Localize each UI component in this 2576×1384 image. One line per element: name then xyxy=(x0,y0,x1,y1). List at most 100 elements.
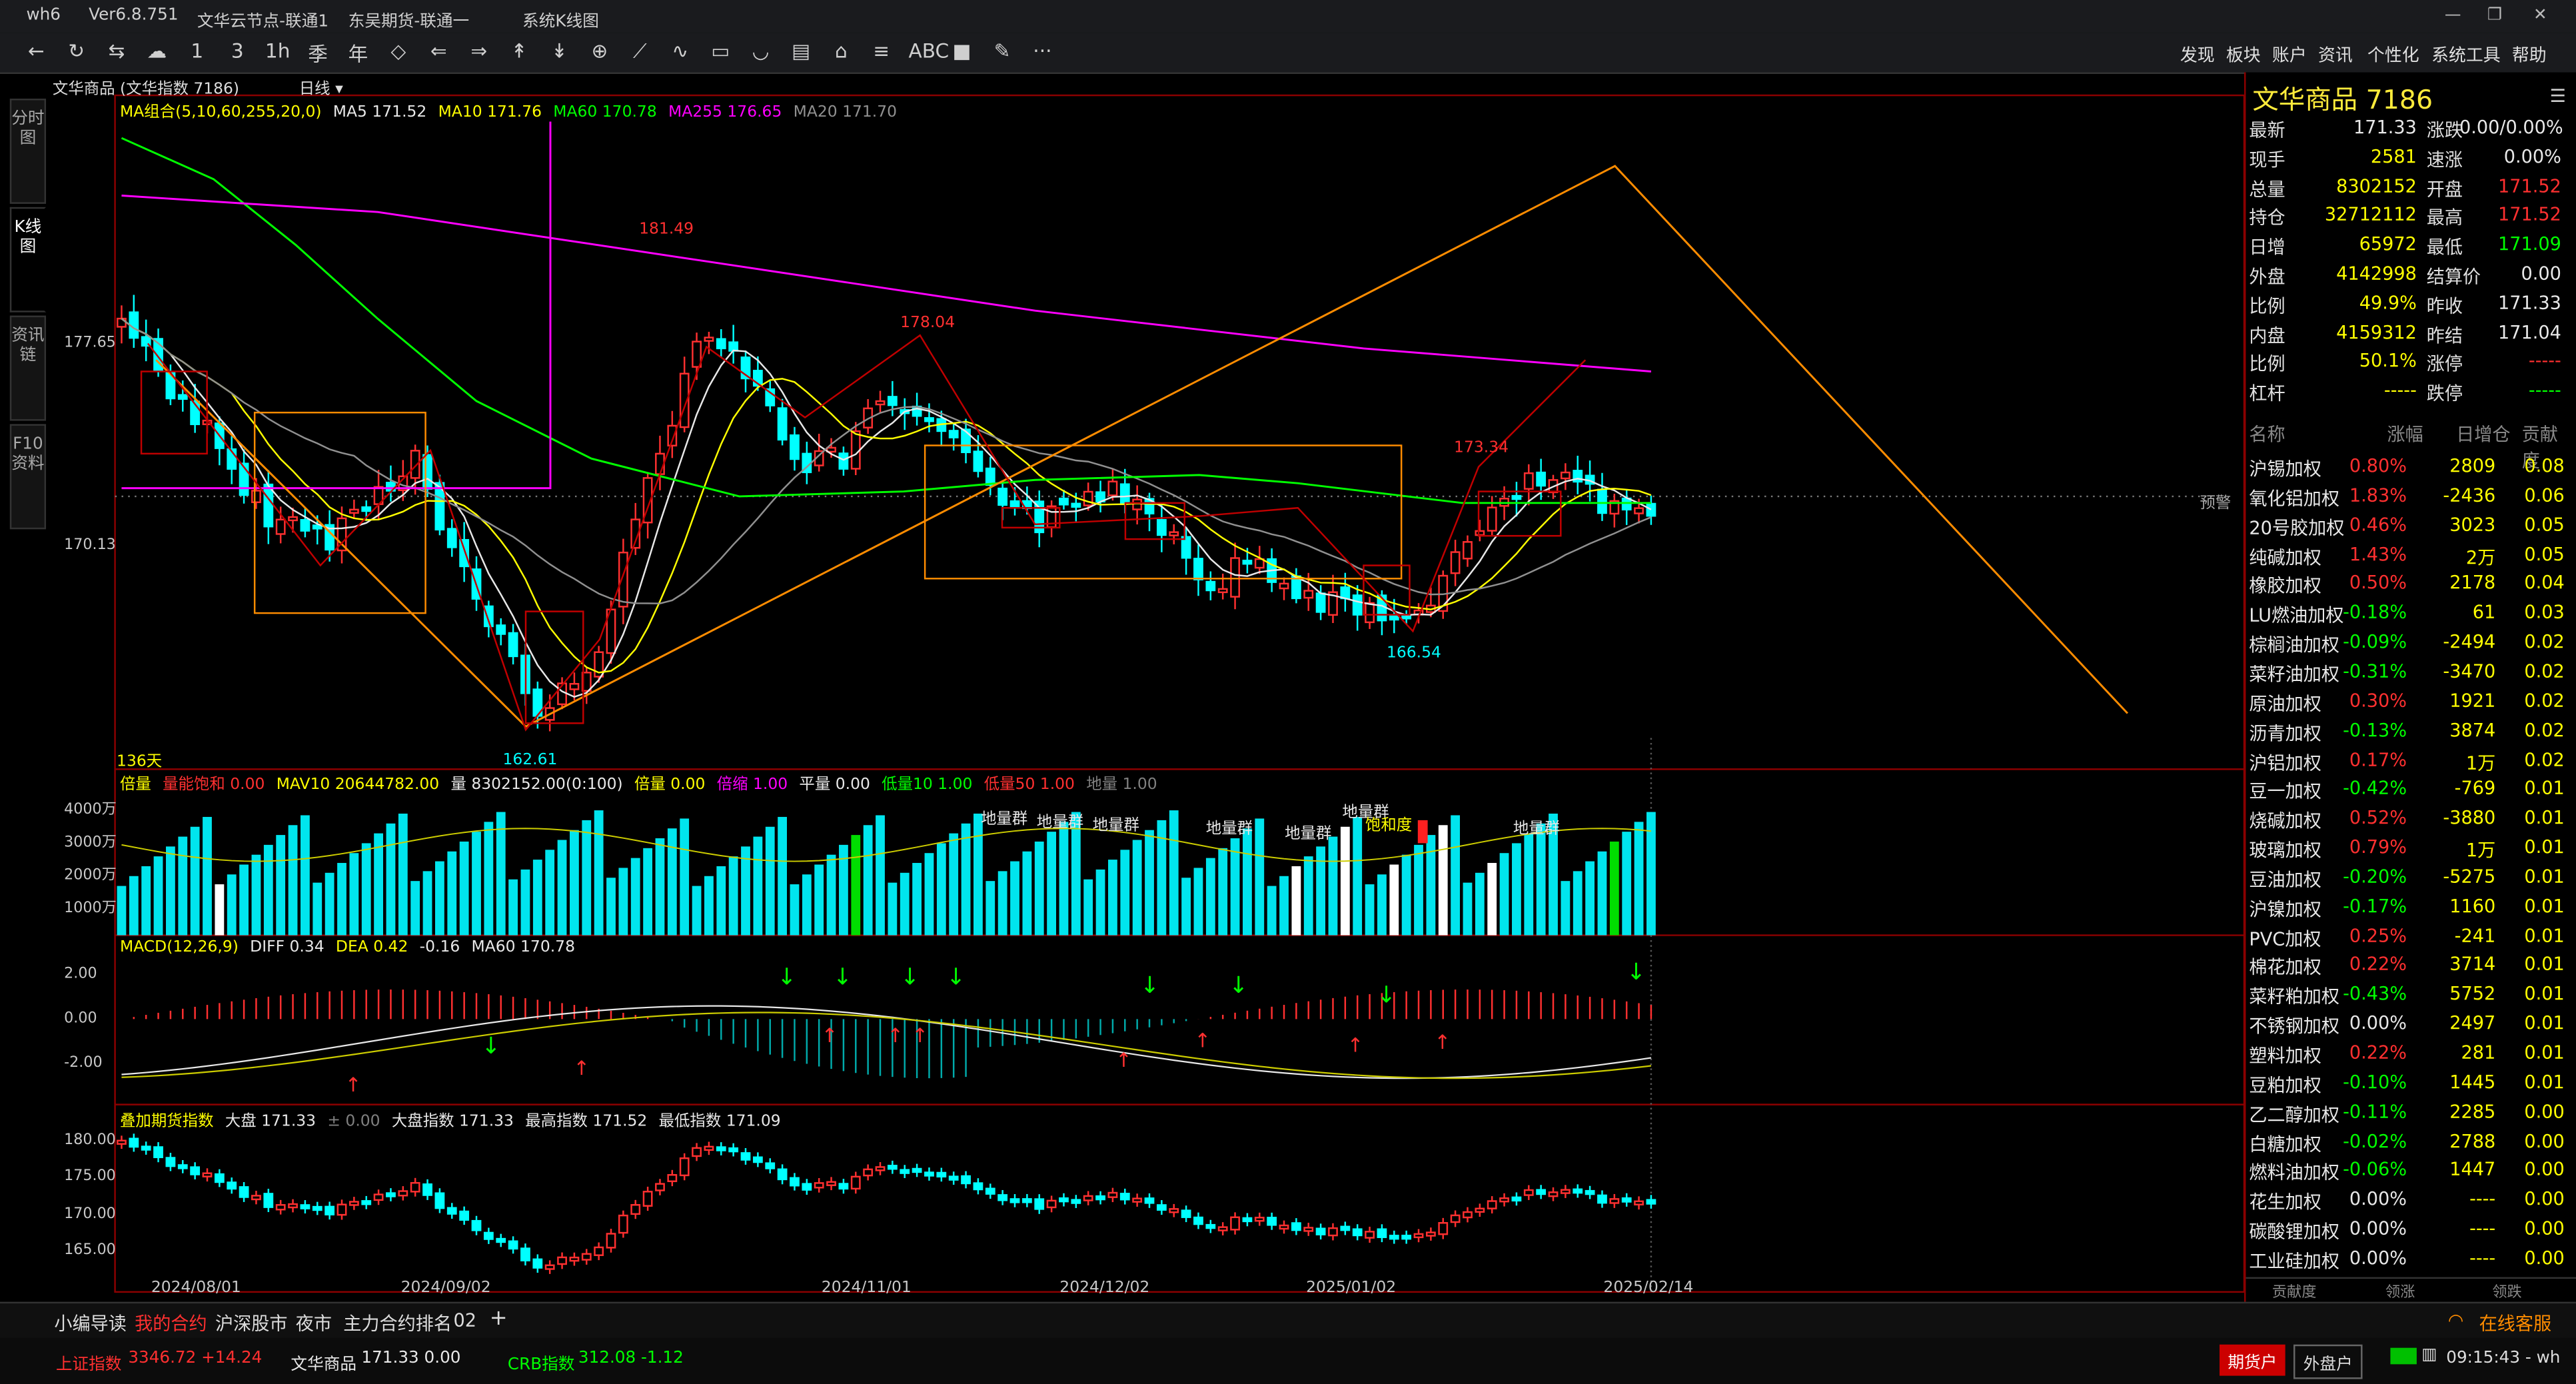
tab-my-contracts[interactable]: 我的合约 xyxy=(135,1310,207,1336)
volume-bar xyxy=(349,853,359,936)
toolbar-tool-icon[interactable]: ← xyxy=(23,39,49,63)
toolbar-tool-icon[interactable]: ⟋ xyxy=(627,39,653,64)
quote-value: 4159312 xyxy=(2336,321,2417,343)
toolbar-tool-icon[interactable]: ◇ xyxy=(385,39,411,63)
toolbar-tool-icon[interactable]: ▤ xyxy=(788,39,814,63)
toolbar-tool-icon[interactable]: ↡ xyxy=(546,39,572,63)
foreign-account-button[interactable]: 外盘户 xyxy=(2293,1344,2363,1379)
wh-index-label[interactable]: 文华商品 xyxy=(291,1349,356,1374)
toolbar-tool-icon[interactable]: 1 xyxy=(184,39,210,63)
crb-index-label[interactable]: CRB指数 xyxy=(508,1349,575,1374)
toolbar-tool-icon[interactable]: ▭ xyxy=(707,39,733,63)
toolbar-tool-icon[interactable]: ≡ xyxy=(868,39,894,63)
toolbar-tool-icon[interactable]: ↻ xyxy=(63,39,89,63)
toolbar-tool-icon[interactable]: ⇆ xyxy=(103,39,129,63)
contract-row[interactable]: 豆一加权 -0.42% -769 0.01 xyxy=(2246,776,2574,806)
contract-row[interactable]: 棉花加权 0.22% 3714 0.01 xyxy=(2246,952,2574,982)
tab-editor-guide[interactable]: 小编导读 xyxy=(54,1310,126,1336)
server-node[interactable]: 文华云节点-联通1 xyxy=(197,7,328,31)
contract-row[interactable]: 橡胶加权 0.50% 2178 0.04 xyxy=(2246,571,2574,600)
contract-row[interactable]: 沪锡加权 0.80% 2809 0.08 xyxy=(2246,454,2574,483)
toolbar-tool-icon[interactable]: ■ xyxy=(949,39,975,63)
broker-server[interactable]: 东吴期货-联通一 xyxy=(348,7,469,31)
contract-row[interactable]: 菜籽粕加权 -0.43% 5752 0.01 xyxy=(2246,982,2574,1011)
list-header-oi[interactable]: 日增仓 xyxy=(2456,420,2510,446)
menu-item[interactable]: 账户 xyxy=(2272,43,2307,67)
contract-row[interactable]: 烧碱加权 0.52% -3880 0.01 xyxy=(2246,806,2574,835)
toolbar-tool-icon[interactable]: ⇒ xyxy=(466,39,492,63)
contract-row[interactable]: 原油加权 0.30% 1921 0.02 xyxy=(2246,688,2574,718)
signal-icon xyxy=(2390,1347,2417,1365)
contract-row[interactable]: 豆油加权 -0.20% -5275 0.01 xyxy=(2246,864,2574,894)
contract-row[interactable]: 沥青加权 -0.13% 3874 0.02 xyxy=(2246,718,2574,747)
add-tab-button[interactable]: + xyxy=(490,1307,508,1331)
overlay-body xyxy=(1009,1198,1020,1203)
list-header-change[interactable]: 涨幅 xyxy=(2387,420,2423,446)
tab-main-ranking[interactable]: 主力合约排名 xyxy=(343,1310,452,1336)
online-service-button[interactable]: 在线客服 xyxy=(2479,1310,2551,1336)
contract-row[interactable]: 塑料加权 0.22% 281 0.01 xyxy=(2246,1040,2574,1069)
chart-area[interactable]: ↓ ↓ ↓ ↓ ↓ ↓ ↓ ↓ ↓ ↑ ↑ ↑ ↑ ↑ ↑ ↑ ↑ ↑ 文华商品 (文华指数 7186) 日线 ▾… xyxy=(49,73,2246,1302)
panel-menu-icon[interactable]: ☰ xyxy=(2550,85,2566,107)
tab-hs-stocks[interactable]: 沪深股市 xyxy=(215,1310,287,1336)
contract-row[interactable]: 豆粕加权 -0.10% 1445 0.01 xyxy=(2246,1069,2574,1099)
contract-row[interactable]: 乙二醇加权 -0.11% 2285 0.00 xyxy=(2246,1099,2574,1128)
contract-name: 橡胶加权 xyxy=(2249,576,2321,598)
toolbar-tool-icon[interactable]: 1h xyxy=(265,39,291,63)
toolbar-tool-icon[interactable]: ⇐ xyxy=(426,39,452,63)
menu-item[interactable]: 个性化 xyxy=(2367,43,2419,67)
tab-kline[interactable]: K线图 xyxy=(9,207,47,313)
contract-row[interactable]: LU燃油加权 -0.18% 61 0.03 xyxy=(2246,600,2574,630)
futures-account-button[interactable]: 期货户 xyxy=(2220,1344,2285,1376)
contract-row[interactable]: 棕榈油加权 -0.09% -2494 0.02 xyxy=(2246,630,2574,659)
sh-index-label[interactable]: 上证指数 xyxy=(56,1349,122,1374)
menu-item[interactable]: 板块 xyxy=(2226,43,2261,67)
contract-row[interactable]: 沪镍加权 -0.17% 1160 0.01 xyxy=(2246,894,2574,923)
contract-row[interactable]: 菜籽油加权 -0.31% -3470 0.02 xyxy=(2246,659,2574,688)
list-header-name[interactable]: 名称 xyxy=(2249,420,2285,446)
warning-label[interactable]: 预警 xyxy=(2200,490,2231,512)
toolbar-tool-icon[interactable]: ✎ xyxy=(989,39,1015,63)
menu-item[interactable]: 帮助 xyxy=(2512,43,2547,67)
contract-row[interactable]: 白糖加权 -0.02% 2788 0.00 xyxy=(2246,1129,2574,1158)
toolbar-tool-icon[interactable]: ⊕ xyxy=(586,39,612,63)
contract-row[interactable]: 沪铝加权 0.17% 1万 0.02 xyxy=(2246,747,2574,776)
tab-f10[interactable]: F10资料 xyxy=(9,424,47,530)
contract-row[interactable]: 玻璃加权 0.79% 1万 0.01 xyxy=(2246,835,2574,864)
toolbar-tool-icon[interactable]: ··· xyxy=(1029,39,1055,63)
list-tab-gainers[interactable]: 领涨 xyxy=(2385,1281,2415,1302)
tab-intraday[interactable]: 分时图 xyxy=(9,99,47,204)
contract-oi-change: -5275 xyxy=(2443,866,2496,888)
contract-row[interactable]: 20号胶加权 0.46% 3023 0.05 xyxy=(2246,512,2574,542)
contract-row[interactable]: 氧化铝加权 1.83% -2436 0.06 xyxy=(2246,483,2574,512)
contract-row[interactable]: 不锈钢加权 0.00% 2497 0.01 xyxy=(2246,1011,2574,1040)
toolbar-tool-icon[interactable]: ☁ xyxy=(144,39,170,63)
tab-night[interactable]: 夜市 xyxy=(296,1310,332,1336)
menu-item[interactable]: 系统工具 xyxy=(2431,43,2501,67)
overlay-body xyxy=(618,1214,628,1234)
tab-news-chain[interactable]: 资讯链 xyxy=(9,315,47,421)
contract-row[interactable]: 花生加权 0.00% ---- 0.00 xyxy=(2246,1187,2574,1217)
contract-row[interactable]: 工业硅加权 0.00% ---- 0.00 xyxy=(2246,1246,2574,1275)
toolbar-tool-icon[interactable]: ⌂ xyxy=(828,39,854,63)
close-icon[interactable]: ✕ xyxy=(2533,7,2547,25)
toolbar-tool-icon[interactable]: ABC xyxy=(908,39,949,63)
contract-row[interactable]: PVC加权 0.25% -241 0.01 xyxy=(2246,923,2574,952)
toolbar-tool-icon[interactable]: ∿ xyxy=(667,39,693,63)
toolbar-tool-icon[interactable]: ↟ xyxy=(506,39,532,63)
restore-icon[interactable]: ❐ xyxy=(2487,7,2502,25)
contract-row[interactable]: 碳酸锂加权 0.00% ---- 0.00 xyxy=(2246,1217,2574,1246)
contract-row[interactable]: 纯碱加权 1.43% 2万 0.05 xyxy=(2246,542,2574,571)
period-select[interactable]: 日线 ▾ xyxy=(299,75,343,99)
menu-item[interactable]: 资讯 xyxy=(2318,43,2353,67)
minimize-icon[interactable]: — xyxy=(2445,7,2461,25)
toolbar-tool-icon[interactable]: 3 xyxy=(225,39,251,63)
list-tab-losers[interactable]: 领跌 xyxy=(2492,1281,2521,1302)
toolbar-tool-icon[interactable]: 年 xyxy=(345,39,371,67)
contract-row[interactable]: 燃料油加权 -0.06% 1447 0.00 xyxy=(2246,1158,2574,1187)
menu-item[interactable]: 发现 xyxy=(2180,43,2215,67)
toolbar-tool-icon[interactable]: ◡ xyxy=(748,39,774,63)
list-tab-contrib[interactable]: 贡献度 xyxy=(2272,1281,2317,1302)
tab-02[interactable]: 02 xyxy=(454,1310,477,1331)
toolbar-tool-icon[interactable]: 季 xyxy=(305,39,330,67)
